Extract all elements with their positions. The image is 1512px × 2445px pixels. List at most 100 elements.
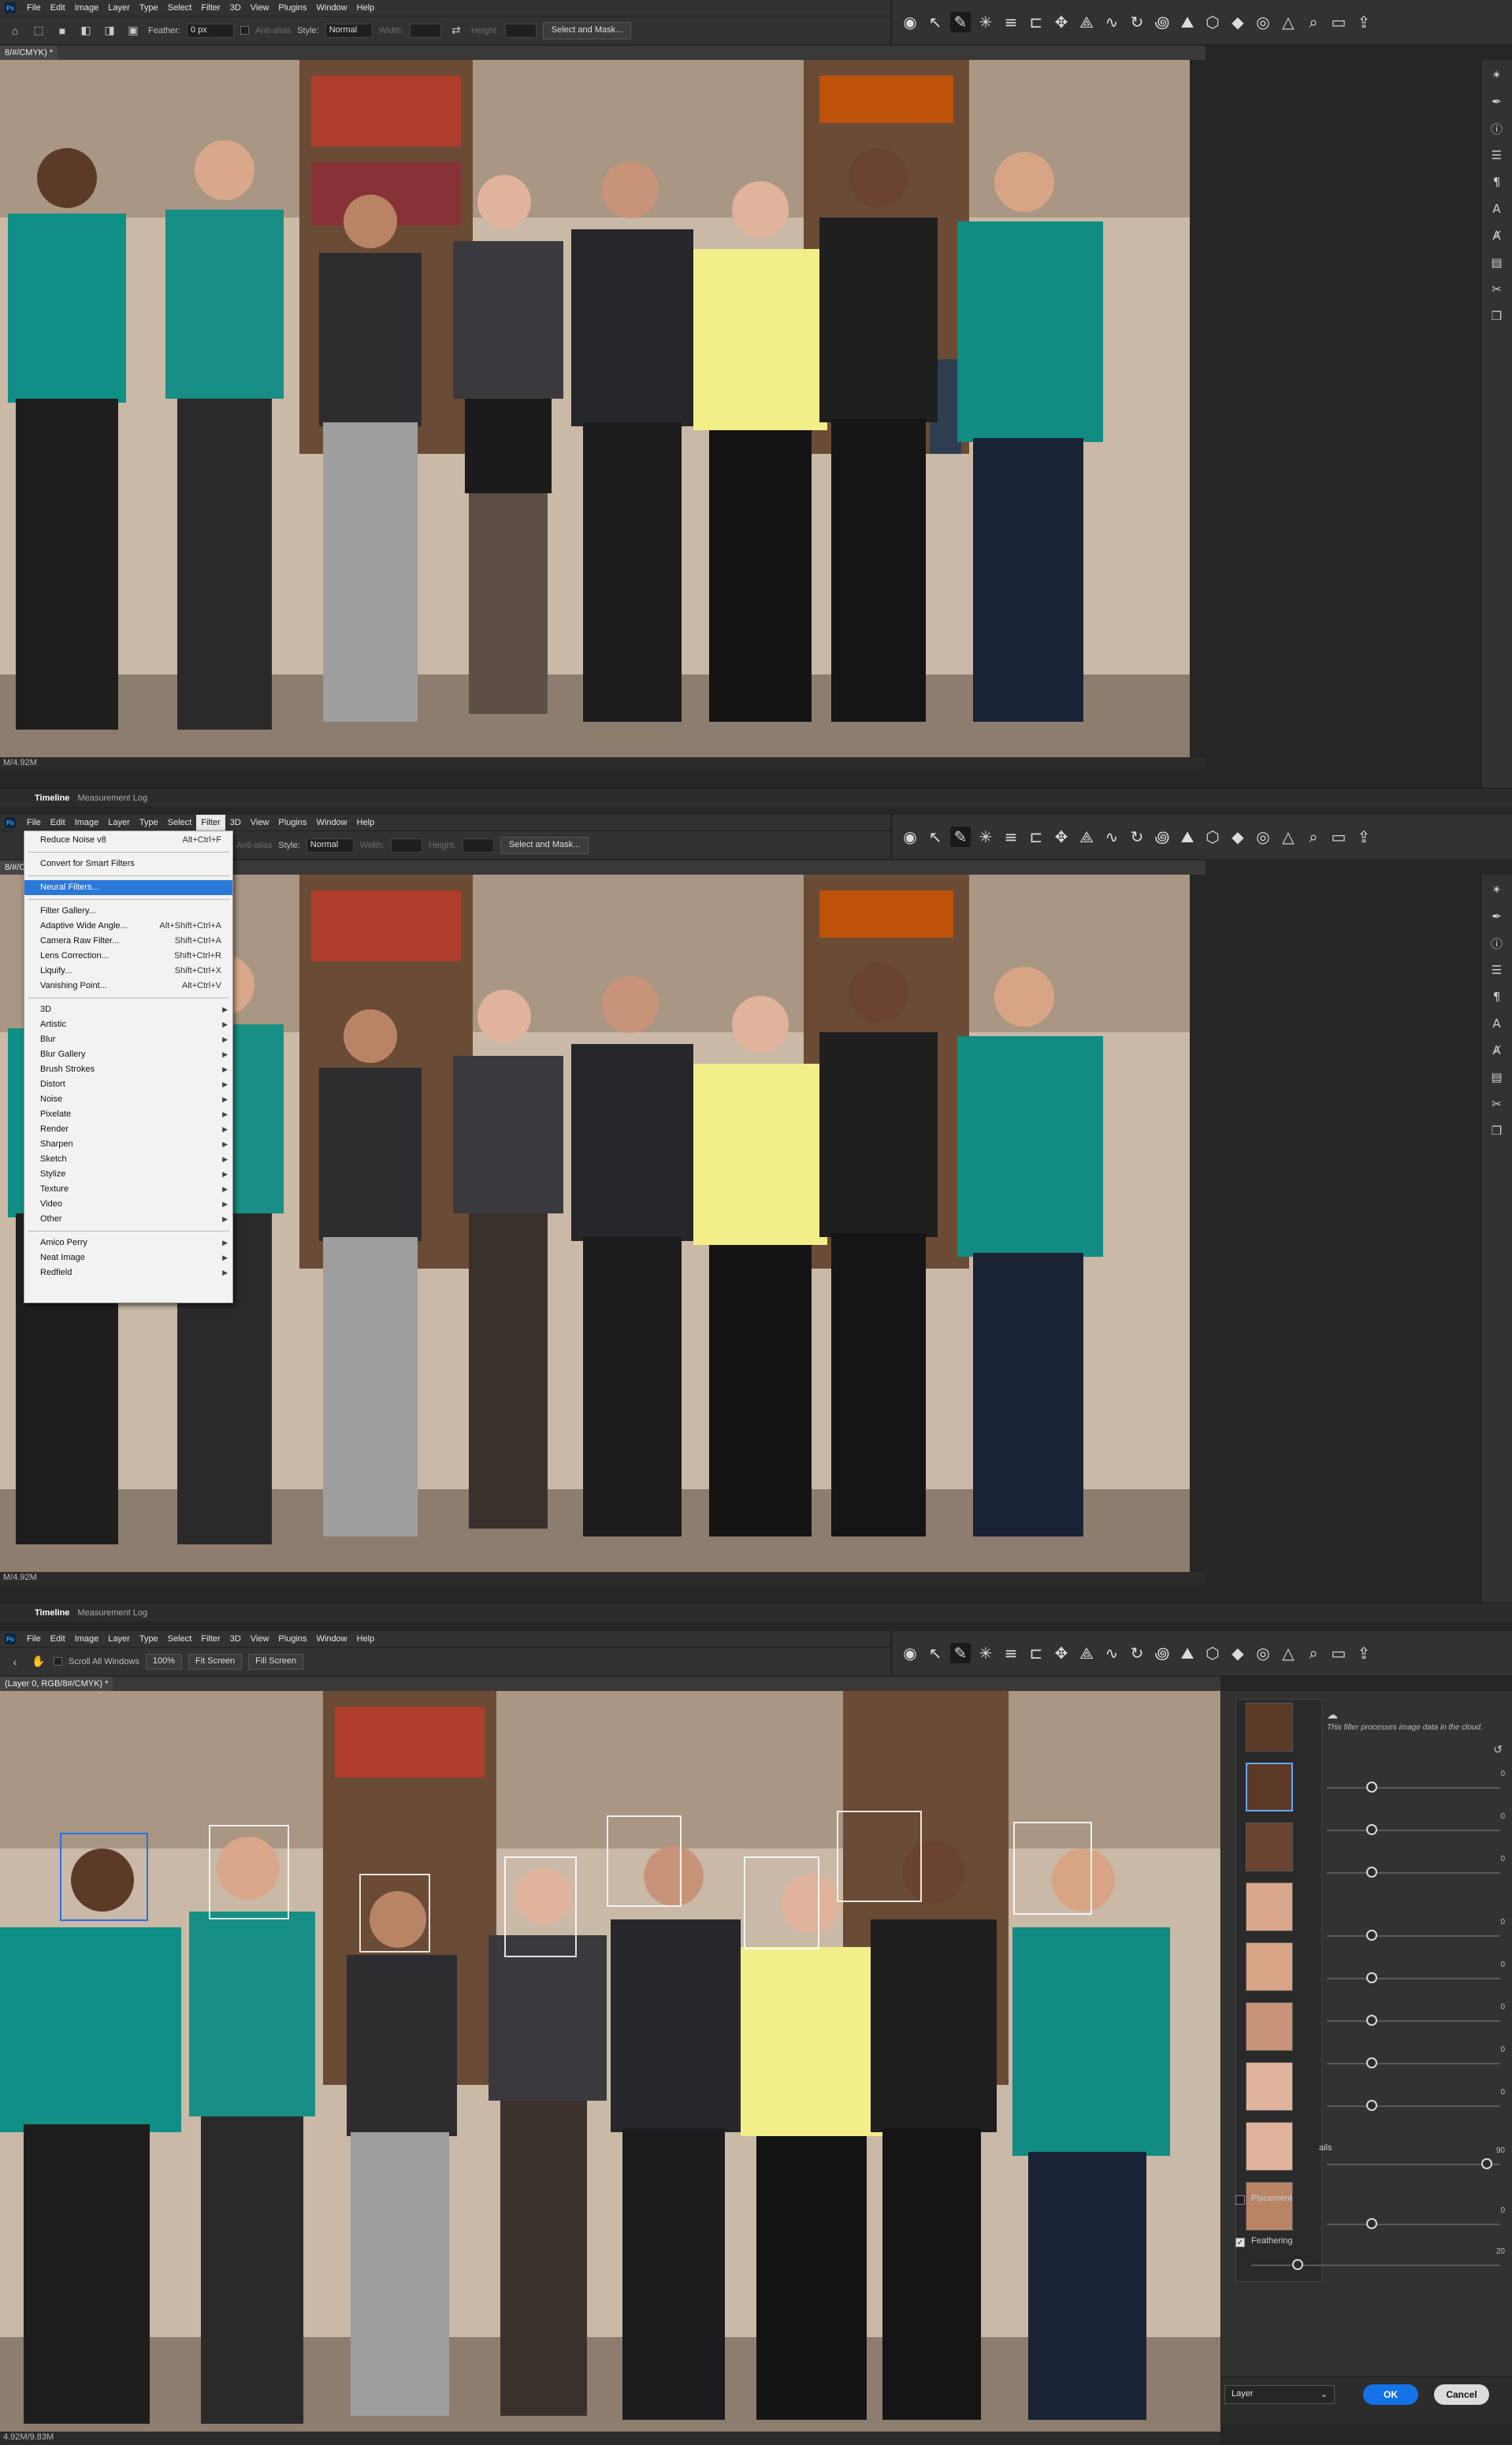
menu-help[interactable]: Help	[352, 0, 380, 16]
subtract-selection-icon[interactable]: ◨	[101, 22, 118, 39]
intersect-selection-icon[interactable]: ▣	[124, 22, 142, 39]
submenu-video[interactable]: Video ▶	[24, 1197, 232, 1212]
menu-type[interactable]: Type	[135, 1631, 163, 1647]
sparkle-icon[interactable]: ✳	[975, 1643, 996, 1663]
menu-file[interactable]: File	[22, 815, 46, 830]
submenu-sketch[interactable]: Sketch ▶	[24, 1152, 232, 1167]
add-selection-icon[interactable]: ◧	[77, 22, 95, 39]
box-icon[interactable]: ❒	[1488, 307, 1506, 325]
feather-field[interactable]: 0 px	[186, 23, 234, 38]
submenu-blur[interactable]: Blur ▶	[24, 1032, 232, 1047]
menu-type[interactable]: Type	[135, 0, 163, 16]
slider-8[interactable]: 0	[1327, 2088, 1505, 2111]
rotate-icon[interactable]: ↻	[1127, 827, 1147, 847]
strength-slider[interactable]: 90	[1327, 2146, 1505, 2169]
wave-icon[interactable]: ∿	[1101, 12, 1122, 32]
cube-icon[interactable]: ⬡	[1202, 12, 1223, 32]
plugin-amico-perry[interactable]: Amico Perry ▶	[24, 1236, 232, 1250]
adjust-icon[interactable]: ✴	[1488, 66, 1506, 84]
slider-knob[interactable]	[1366, 2218, 1377, 2229]
document-tab[interactable]: (Layer 0, RGB/8#/CMYK) *	[0, 1677, 113, 1691]
face-thumb[interactable]	[1246, 2002, 1293, 2051]
face-detection-box[interactable]	[504, 1856, 577, 1957]
face-detection-box[interactable]	[209, 1825, 289, 1919]
menu-select[interactable]: Select	[163, 815, 197, 830]
pen-icon[interactable]: ✎	[950, 827, 971, 847]
sparkle-icon[interactable]: ✳	[975, 12, 996, 32]
document-tab[interactable]: 8/#/CMYK) *	[0, 46, 58, 60]
submenu-texture[interactable]: Texture ▶	[24, 1182, 232, 1197]
zoom-100-button[interactable]: 100%	[145, 1653, 182, 1670]
menu-neural-filters[interactable]: Neural Filters...	[24, 880, 232, 895]
menu-view[interactable]: View	[246, 815, 274, 830]
share-icon[interactable]: ⇪	[1354, 12, 1374, 32]
circle-icon[interactable]: ◎	[1253, 12, 1273, 32]
height-field[interactable]	[504, 23, 537, 38]
menu-camera-raw[interactable]: Camera Raw Filter... Shift+Ctrl+A	[24, 934, 232, 949]
submenu-artistic[interactable]: Artistic ▶	[24, 1017, 232, 1032]
menu-window[interactable]: Window	[312, 815, 352, 830]
face-detection-box-selected[interactable]	[60, 1833, 148, 1921]
ok-button[interactable]: OK	[1363, 2384, 1418, 2405]
style-select[interactable]: Normal	[306, 838, 354, 853]
menu-image[interactable]: Image	[70, 0, 104, 16]
transform-icon[interactable]: ✥	[1051, 12, 1072, 32]
menu-plugins[interactable]: Plugins	[273, 815, 311, 830]
plugin-neat-image[interactable]: Neat Image ▶	[24, 1250, 232, 1265]
character-icon[interactable]: A	[1488, 1015, 1506, 1032]
fill-screen-button[interactable]: Fill Screen	[248, 1653, 304, 1670]
triangle-icon[interactable]: △	[1278, 827, 1298, 847]
menu-adaptive-wide-angle[interactable]: Adaptive Wide Angle... Alt+Shift+Ctrl+A	[24, 919, 232, 934]
slider-3[interactable]: 0	[1327, 1855, 1505, 1878]
diamond-icon[interactable]: ◆	[1228, 12, 1248, 32]
menu-select[interactable]: Select	[163, 1631, 197, 1647]
submenu-sharpen[interactable]: Sharpen ▶	[24, 1137, 232, 1152]
image-canvas[interactable]	[0, 1691, 1220, 2432]
face-thumb[interactable]	[1246, 2062, 1293, 2111]
menu-help[interactable]: Help	[352, 1631, 380, 1647]
select-and-mask-button[interactable]: Select and Mask...	[542, 21, 632, 39]
submenu-pixelate[interactable]: Pixelate ▶	[24, 1107, 232, 1122]
menu-edit[interactable]: Edit	[46, 815, 70, 830]
spiral-icon[interactable]: ꩜	[1152, 1643, 1172, 1663]
face-thumb[interactable]	[1246, 2182, 1293, 2231]
menu-layer[interactable]: Layer	[103, 1631, 135, 1647]
face-thumb-selected[interactable]	[1246, 1763, 1293, 1811]
brush-icon[interactable]: ✒	[1488, 908, 1506, 925]
glyph-icon[interactable]: Ⱥ	[1488, 227, 1506, 244]
scissors-icon[interactable]: ✂	[1488, 281, 1506, 298]
align-icon[interactable]: ≡	[1001, 827, 1021, 847]
menu-image[interactable]: Image	[70, 1631, 104, 1647]
pen-icon[interactable]: ✎	[950, 12, 971, 32]
menu-file[interactable]: File	[22, 0, 46, 16]
height-field[interactable]	[462, 838, 494, 853]
slider-6[interactable]: 0	[1327, 2003, 1505, 2026]
menu-image[interactable]: Image	[70, 815, 104, 830]
align-icon[interactable]: ≡	[1001, 12, 1021, 32]
cube-icon[interactable]: ⬡	[1202, 827, 1223, 847]
menu-edit[interactable]: Edit	[46, 1631, 70, 1647]
menu-edit[interactable]: Edit	[46, 0, 70, 16]
face-thumb[interactable]	[1246, 1823, 1293, 1871]
circle-icon[interactable]: ◎	[1253, 827, 1273, 847]
placement-checkbox[interactable]	[1235, 2195, 1245, 2205]
panel-icon[interactable]: ▭	[1328, 827, 1349, 847]
face-detection-box[interactable]	[744, 1856, 819, 1949]
menu-3d[interactable]: 3D	[225, 0, 246, 16]
scroll-all-checkbox[interactable]	[54, 1657, 62, 1666]
submenu-3d[interactable]: 3D ▶	[24, 1002, 232, 1017]
feathering-checkbox[interactable]: ✓	[1235, 2238, 1245, 2247]
panel-icon[interactable]: ▭	[1328, 1643, 1349, 1663]
pen-icon[interactable]: ✎	[950, 1643, 971, 1663]
submenu-blur-gallery[interactable]: Blur Gallery ▶	[24, 1047, 232, 1062]
swap-icon[interactable]: ⇄	[448, 22, 465, 39]
slider-2[interactable]: 0	[1327, 1812, 1505, 1835]
slider-knob[interactable]	[1366, 2100, 1377, 2111]
face-thumb[interactable]	[1246, 1703, 1293, 1752]
submenu-render[interactable]: Render ▶	[24, 1122, 232, 1137]
mountain-icon[interactable]: ⛰	[1177, 827, 1198, 847]
submenu-distort[interactable]: Distort ▶	[24, 1077, 232, 1092]
menu-layer[interactable]: Layer	[103, 815, 135, 830]
sliders-icon[interactable]: ☰	[1488, 961, 1506, 979]
triangle-icon[interactable]: △	[1278, 12, 1298, 32]
